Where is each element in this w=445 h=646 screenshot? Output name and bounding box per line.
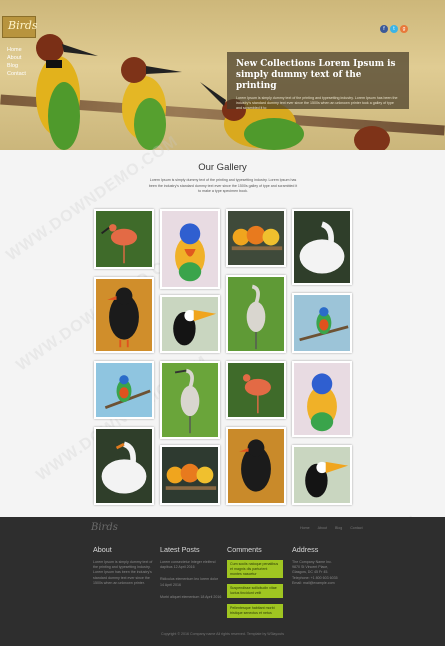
- footer-comments-heading: Comments: [227, 545, 262, 554]
- hero-slider: Birds Home About Blog Contact f t g New …: [0, 0, 445, 150]
- facebook-icon[interactable]: f: [380, 25, 388, 33]
- comment-item[interactable]: Suspendisse sollicitudin vitae luctus ti…: [227, 584, 283, 598]
- footer-address: Address The Company Name Inc. 9870 St Vi…: [292, 545, 354, 586]
- footer-comments: Comments Cum sociis natoque penatibus et…: [227, 545, 289, 624]
- bird-image-1: [36, 34, 98, 150]
- gallery-thumb-toucan[interactable]: [160, 295, 220, 353]
- footer-nav: Home About Blog Contact: [300, 526, 363, 530]
- footer-posts-heading: Latest Posts: [160, 545, 200, 554]
- gallery-thumb-puffin[interactable]: [94, 277, 154, 353]
- watermark: WWW.DOWNDEMO.COM: [3, 132, 182, 265]
- social-links: f t g: [380, 25, 408, 33]
- twitter-icon[interactable]: t: [390, 25, 398, 33]
- slider-caption: New Collections Lorem Ipsum is simply du…: [227, 52, 409, 110]
- slider-text: Lorem Ipsum is simply dummy text of the …: [236, 96, 398, 110]
- footer-address-heading: Address: [292, 545, 319, 554]
- footer-posts: Latest Posts Lorem consectetur Integer e…: [160, 545, 222, 607]
- gallery-thumb-rainbow-bird[interactable]: [94, 361, 154, 419]
- gallery-thumb-toucan-2[interactable]: [292, 445, 352, 505]
- nav-blog[interactable]: Blog: [7, 62, 26, 70]
- gallery-thumb-lovebirds[interactable]: [160, 445, 220, 505]
- gallery-thumb-flamingo-2[interactable]: [226, 361, 286, 419]
- bird-image-2: [121, 57, 182, 150]
- footer-about: About Lorem Ipsum is simply dummy text o…: [93, 545, 155, 586]
- footer-link-blog[interactable]: Blog: [335, 526, 342, 530]
- nav-contact[interactable]: Contact: [7, 70, 26, 78]
- logo[interactable]: Birds: [2, 16, 38, 38]
- gallery-thumb-rainbow-bird-2[interactable]: [292, 293, 352, 353]
- gallery-thumb-lorikeet-2[interactable]: [292, 361, 352, 437]
- nav-about[interactable]: About: [7, 54, 26, 62]
- gallery-thumb-swan[interactable]: [94, 427, 154, 505]
- rss-icon[interactable]: g: [400, 25, 408, 33]
- gallery-thumb-heron-2[interactable]: [226, 275, 286, 353]
- comment-item[interactable]: Cum sociis natoque penatibus et magnis d…: [227, 560, 283, 579]
- slider-title: New Collections Lorem Ipsum is simply du…: [236, 59, 396, 91]
- post-link[interactable]: Ridiculus elementum leo lorem dolor 14 A…: [160, 577, 222, 587]
- gallery-thumb-heron[interactable]: [160, 361, 220, 439]
- gallery-thumb-lovebirds-2[interactable]: [226, 209, 286, 267]
- main-nav: Home About Blog Contact: [7, 46, 26, 78]
- footer: Birds Home About Blog Contact About Lore…: [0, 517, 445, 646]
- comment-item[interactable]: Pellentesque habitant morbi tristique se…: [227, 603, 283, 618]
- gallery-title: Our Gallery: [198, 162, 247, 173]
- nav-home[interactable]: Home: [7, 46, 26, 54]
- logo-text: Birds: [8, 19, 38, 32]
- post-link[interactable]: Lorem consectetur Integer eleifend dapib…: [160, 560, 222, 570]
- footer-about-heading: About: [93, 545, 112, 554]
- gallery-thumb-lorikeet[interactable]: [160, 209, 220, 289]
- gallery-thumb-flamingo[interactable]: [94, 209, 154, 269]
- footer-link-contact[interactable]: Contact: [350, 526, 362, 530]
- bird-image-4: [354, 126, 390, 150]
- footer-link-home[interactable]: Home: [300, 526, 310, 530]
- post-link[interactable]: Morbi aliquet elementum 18 April 2016: [160, 595, 222, 600]
- gallery-intro: Lorem Ipsum is simply dummy text of the …: [148, 178, 298, 194]
- gallery-thumb-swan-2[interactable]: [292, 209, 352, 285]
- footer-link-about[interactable]: About: [318, 526, 327, 530]
- footer-logo[interactable]: Birds: [91, 522, 118, 533]
- footer-about-text: Lorem Ipsum is simply dummy text of the …: [93, 560, 153, 585]
- address-line[interactable]: Email: mail@example.com: [292, 581, 354, 586]
- gallery-thumb-puffin-2[interactable]: [226, 427, 286, 505]
- copyright: Copyright © 2016 Company name All rights…: [160, 632, 285, 636]
